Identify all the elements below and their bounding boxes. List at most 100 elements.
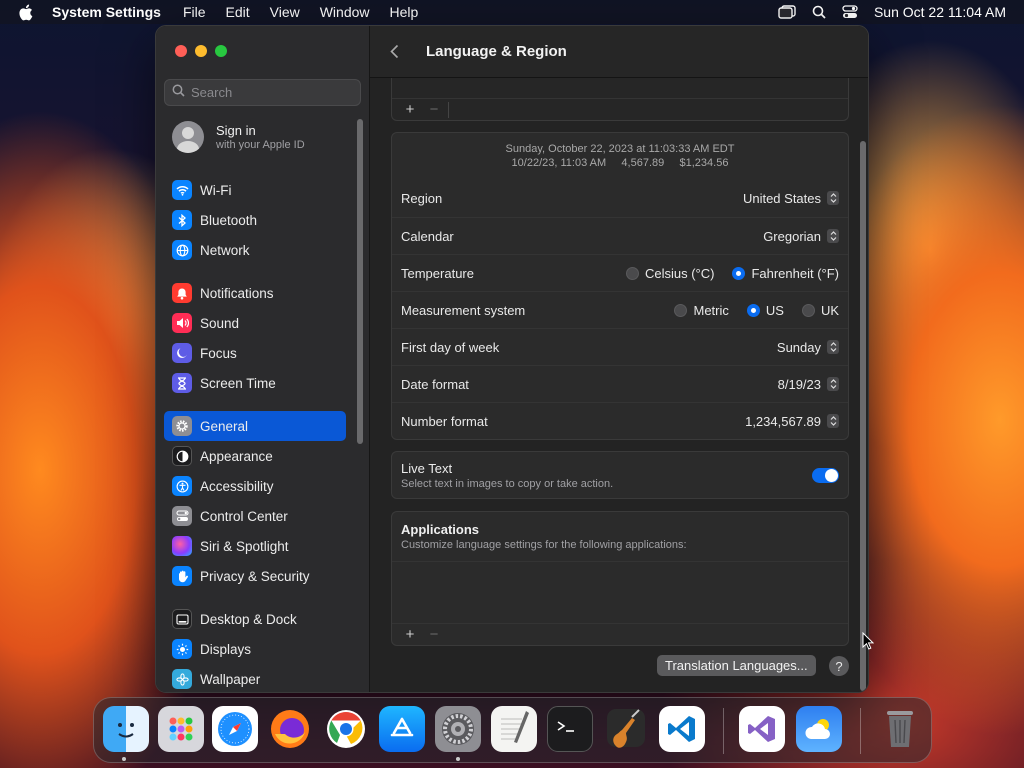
first-day-popup[interactable]: Sunday [777,340,839,355]
sidebar-item-siri-spotlight[interactable]: Siri & Spotlight [164,531,346,561]
number-format-popup[interactable]: 1,234,567.89 [745,414,839,429]
sidebar-item-wallpaper[interactable]: Wallpaper [164,664,346,692]
sidebar-item-wifi[interactable]: Wi-Fi [164,175,346,205]
sidebar-item-bluetooth[interactable]: Bluetooth [164,205,346,235]
sidebar-item-accessibility[interactable]: Accessibility [164,471,346,501]
date-format-value: 8/19/23 [777,376,821,392]
calendar-value: Gregorian [763,228,821,244]
celsius-radio[interactable]: Celsius (°C) [625,265,715,281]
sidebar-item-privacy-security[interactable]: Privacy & Security [164,561,346,591]
sidebar-item-label: Displays [200,641,252,657]
menu-view[interactable]: View [270,4,300,20]
chevron-updown-icon [827,340,839,354]
metric-radio[interactable]: Metric [674,303,729,318]
menu-window[interactable]: Window [320,4,370,20]
search-input[interactable] [191,85,351,100]
date-format-label: Date format [401,376,469,392]
us-radio[interactable]: US [746,303,784,318]
firefox-dock-icon[interactable] [267,706,313,752]
sidebar-item-displays[interactable]: Displays [164,634,346,664]
menu-edit[interactable]: Edit [226,4,250,20]
fahrenheit-radio[interactable]: Fahrenheit (°F) [732,266,839,281]
calendar-popup[interactable]: Gregorian [763,229,839,244]
format-preview-line1: Sunday, October 22, 2023 at 11:03:33 AM … [505,143,735,155]
calendar-label: Calendar [401,228,454,244]
apple-menu-icon[interactable] [18,4,36,21]
sidebar-item-label: Appearance [200,448,273,464]
sidebar-item-control-center[interactable]: Control Center [164,501,346,531]
radio-on-icon [732,266,746,280]
chrome-dock-icon[interactable] [323,706,369,752]
signin-subtitle: with your Apple ID [216,139,305,151]
sidebar-scrollbar[interactable] [357,119,363,444]
page-title: Language & Region [426,43,567,60]
sidebar-item-label: Sound [200,315,240,331]
help-button[interactable]: ? [829,656,849,676]
sidebar-item-notifications[interactable]: Notifications [164,278,346,308]
sidebar-item-label: Desktop & Dock [200,611,297,627]
applications-list[interactable] [392,562,848,623]
app-store-dock-icon[interactable] [379,706,425,752]
control-center-icon[interactable] [842,5,858,19]
globe-icon [172,240,192,260]
measurement-label: Measurement system [401,302,526,318]
finder-dock-icon[interactable] [103,706,149,752]
sidebar-item-focus[interactable]: Focus [164,338,346,368]
textedit-dock-icon[interactable] [491,706,537,752]
weather-dock-icon[interactable] [796,706,842,752]
flower-icon [172,669,192,689]
stage-manager-icon[interactable] [778,5,796,19]
menu-bar: System Settings File Edit View Window He… [0,0,1024,24]
fahrenheit-label: Fahrenheit (°F) [751,265,839,281]
terminal-dock-icon[interactable] [547,706,593,752]
sidebar-item-appearance[interactable]: Appearance [164,441,346,471]
applications-add-remove-bar: + − [392,623,848,645]
visual-studio-dock-icon[interactable] [739,706,785,752]
remove-application-button[interactable]: − [422,626,446,643]
launchpad-dock-icon[interactable] [158,706,204,752]
sidebar-item-network[interactable]: Network [164,235,346,265]
uk-label: UK [820,302,839,318]
sidebar-item-sound[interactable]: Sound [164,308,346,338]
languages-add-remove-bar: + − [392,98,848,120]
remove-language-button[interactable]: − [422,101,446,118]
celsius-label: Celsius (°C) [644,265,715,281]
preferred-languages-panel: + − [391,78,849,121]
sidebar-item-general[interactable]: General [164,411,346,441]
radio-off-icon [625,266,639,280]
close-window-button[interactable] [175,45,187,57]
date-format-popup[interactable]: 8/19/23 [778,377,839,392]
running-indicator [456,757,460,761]
content-scrollbar[interactable] [860,141,866,691]
minimize-window-button[interactable] [195,45,207,57]
format-preview: Sunday, October 22, 2023 at 11:03:33 AM … [392,133,848,179]
menu-clock[interactable]: Sun Oct 22 11:04 AM [874,4,1006,20]
garageband-dock-icon[interactable] [603,706,649,752]
translation-languages-button[interactable]: Translation Languages... [657,655,816,676]
sidebar-search[interactable] [164,79,361,106]
sidebar-item-screen-time[interactable]: Screen Time [164,368,346,398]
moon-icon [172,343,192,363]
uk-radio[interactable]: UK [801,302,839,318]
system-settings-dock-icon[interactable] [435,706,481,752]
hand-icon [172,566,192,586]
sidebar-item-label: Screen Time [200,375,276,391]
sidebar-item-desktop-dock[interactable]: Desktop & Dock [164,604,346,634]
add-application-button[interactable]: + [398,626,422,643]
add-language-button[interactable]: + [398,101,422,118]
vscode-dock-icon[interactable] [659,706,705,752]
menu-app-name[interactable]: System Settings [52,4,161,20]
live-text-toggle[interactable] [812,467,839,483]
menu-file[interactable]: File [183,4,206,20]
region-popup[interactable]: United States [743,191,839,206]
spotlight-search-icon[interactable] [812,5,826,19]
menu-help[interactable]: Help [390,4,419,20]
zoom-window-button[interactable] [215,45,227,57]
control-center-icon [172,506,192,526]
window-controls [175,45,227,57]
safari-dock-icon[interactable] [212,706,258,752]
apple-id-signin[interactable]: Sign in with your Apple ID [172,121,305,153]
trash-dock-icon[interactable] [877,706,923,752]
bluetooth-icon [172,210,192,230]
back-chevron-icon[interactable] [390,44,404,59]
